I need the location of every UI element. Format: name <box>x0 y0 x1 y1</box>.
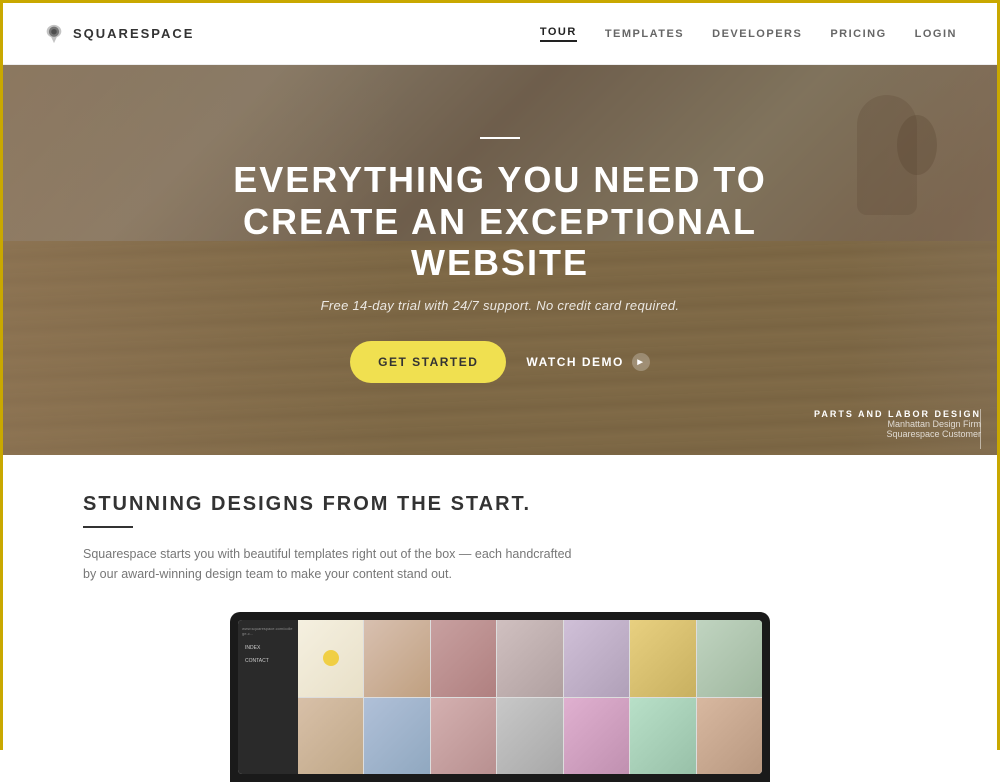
template-cell <box>697 698 762 775</box>
template-cell <box>364 698 429 775</box>
watch-demo-button[interactable]: WATCH DEMO ▶ <box>526 353 649 371</box>
designs-title: STUNNING DESIGNS FROM THE START. <box>83 493 917 516</box>
hero-content: EVERYTHING YOU NEED TO CREATE AN EXCEPTI… <box>3 65 997 455</box>
hero-divider <box>480 137 520 139</box>
laptop-mockup: www.squarespace.com/college-c... INDEX C… <box>230 612 770 782</box>
designs-description: Squarespace starts you with beautiful te… <box>83 544 583 584</box>
hero-section: EVERYTHING YOU NEED TO CREATE AN EXCEPTI… <box>3 65 997 455</box>
hero-attribution: PARTS AND LABOR DESIGN Manhattan Design … <box>814 409 981 439</box>
laptop-container: www.squarespace.com/college-c... INDEX C… <box>83 612 917 782</box>
watch-demo-label: WATCH DEMO <box>526 355 623 369</box>
main-nav: TOUR TEMPLATES DEVELOPERS PRICING LOGIN <box>540 26 957 42</box>
template-cell <box>431 620 496 697</box>
template-cell <box>497 620 562 697</box>
nav-item-login[interactable]: LOGIN <box>915 28 957 40</box>
sidebar-item-index: INDEX <box>242 643 294 653</box>
template-cell <box>697 620 762 697</box>
template-cell <box>364 620 429 697</box>
template-cell <box>630 620 695 697</box>
hero-subtitle: Free 14-day trial with 24/7 support. No … <box>321 298 680 313</box>
nav-item-developers[interactable]: DEVELOPERS <box>712 28 802 40</box>
designs-underline <box>83 526 133 528</box>
nav-item-templates[interactable]: TEMPLATES <box>605 28 684 40</box>
template-sidebar: www.squarespace.com/college-c... INDEX C… <box>238 620 298 774</box>
get-started-button[interactable]: GET STARTED <box>350 341 506 383</box>
sidebar-item-contact: CONTACT <box>242 656 294 666</box>
attribution-line <box>980 409 981 449</box>
laptop-screen: www.squarespace.com/college-c... INDEX C… <box>238 620 762 774</box>
template-cell <box>298 698 363 775</box>
attribution-sub2: Squarespace Customer <box>814 429 981 439</box>
nav-item-tour[interactable]: TOUR <box>540 26 577 42</box>
attribution-name: PARTS AND LABOR DESIGN <box>814 409 981 419</box>
template-cell <box>497 698 562 775</box>
hero-buttons: GET STARTED WATCH DEMO ▶ <box>350 341 650 383</box>
nav-item-pricing[interactable]: PRICING <box>830 28 886 40</box>
play-icon: ▶ <box>632 353 650 371</box>
attribution-sub1: Manhattan Design Firm <box>814 419 981 429</box>
template-cell <box>431 698 496 775</box>
template-cell <box>564 698 629 775</box>
template-cell <box>630 698 695 775</box>
template-cell <box>298 620 363 697</box>
template-grid <box>298 620 762 774</box>
logo-icon <box>43 23 65 45</box>
hero-title: EVERYTHING YOU NEED TO CREATE AN EXCEPTI… <box>150 159 850 283</box>
template-cell <box>564 620 629 697</box>
designs-section: STUNNING DESIGNS FROM THE START. Squares… <box>3 455 997 753</box>
logo[interactable]: SQUARESPACE <box>43 23 194 45</box>
header: SQUARESPACE TOUR TEMPLATES DEVELOPERS PR… <box>3 3 997 65</box>
sidebar-url: www.squarespace.com/college-c... <box>242 626 294 636</box>
logo-text: SQUARESPACE <box>73 26 194 41</box>
